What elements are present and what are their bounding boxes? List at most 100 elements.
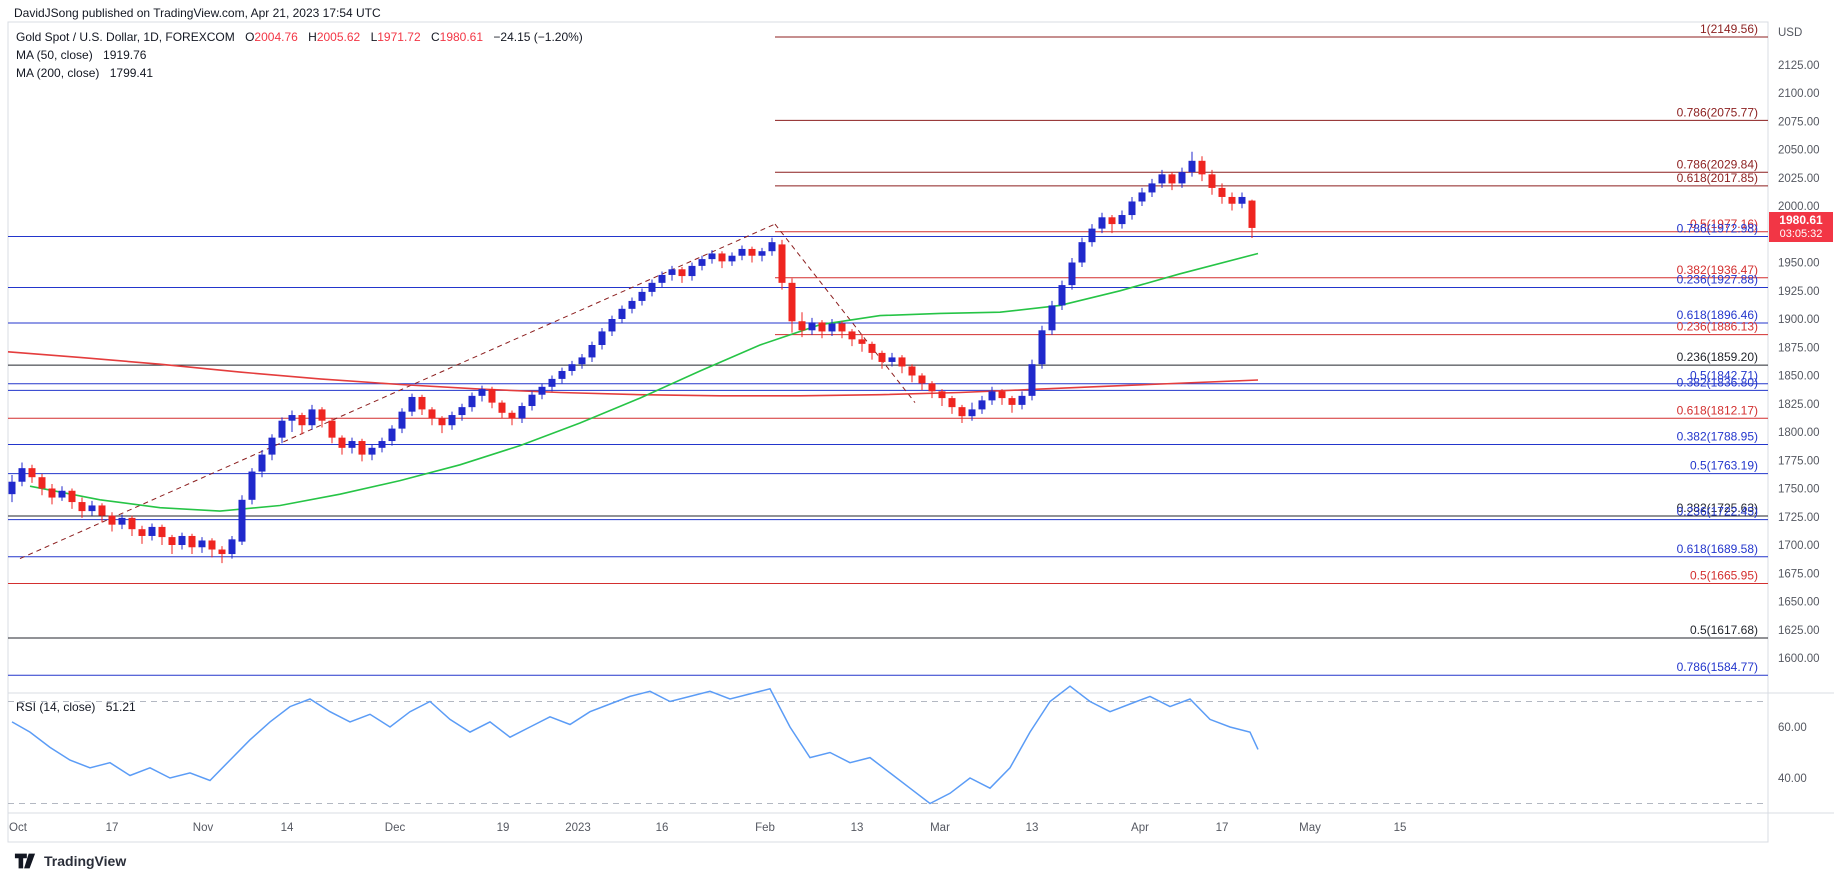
candle-body[interactable] xyxy=(559,371,566,379)
candle-body[interactable] xyxy=(479,389,486,396)
candle-body[interactable] xyxy=(919,376,926,384)
candle-body[interactable] xyxy=(1179,172,1186,183)
candle-body[interactable] xyxy=(299,415,306,425)
candle-body[interactable] xyxy=(909,366,916,375)
candle-body[interactable] xyxy=(939,391,946,398)
candle-body[interactable] xyxy=(469,396,476,407)
candle-body[interactable] xyxy=(699,259,706,266)
candle-body[interactable] xyxy=(1019,396,1026,405)
candle-body[interactable] xyxy=(219,550,226,555)
candle-body[interactable] xyxy=(649,283,656,292)
candle-body[interactable] xyxy=(1249,201,1256,228)
candle-body[interactable] xyxy=(999,391,1006,398)
candle-body[interactable] xyxy=(519,406,526,418)
candle-body[interactable] xyxy=(659,275,666,283)
candle-body[interactable] xyxy=(139,529,146,536)
candle-body[interactable] xyxy=(189,536,196,547)
candle-body[interactable] xyxy=(19,468,26,482)
candle-body[interactable] xyxy=(419,397,426,409)
candle-body[interactable] xyxy=(1159,174,1166,183)
candle-body[interactable] xyxy=(569,364,576,371)
candle-body[interactable] xyxy=(259,455,266,472)
candle-body[interactable] xyxy=(249,472,256,500)
candle-body[interactable] xyxy=(1219,188,1226,197)
candle-body[interactable] xyxy=(329,421,336,438)
candle-body[interactable] xyxy=(99,505,106,515)
candle-body[interactable] xyxy=(89,505,96,511)
candle-body[interactable] xyxy=(989,391,996,400)
candle-body[interactable] xyxy=(39,477,46,488)
candle-body[interactable] xyxy=(1109,217,1116,224)
candle-body[interactable] xyxy=(879,353,886,362)
candle-body[interactable] xyxy=(599,331,606,345)
candle-body[interactable] xyxy=(729,256,736,262)
candle-body[interactable] xyxy=(829,324,836,332)
candle-body[interactable] xyxy=(179,536,186,545)
candle-body[interactable] xyxy=(669,269,676,275)
candle-body[interactable] xyxy=(619,309,626,319)
candle-body[interactable] xyxy=(1009,398,1016,405)
candle-body[interactable] xyxy=(959,407,966,416)
candle-body[interactable] xyxy=(1099,217,1106,228)
candle-body[interactable] xyxy=(889,357,896,362)
candle-body[interactable] xyxy=(1059,285,1066,305)
candle-body[interactable] xyxy=(709,253,716,259)
chart-canvas[interactable]: USD2125.002100.002075.002050.002025.0020… xyxy=(0,0,1834,875)
ma50-label[interactable]: MA (50, close) xyxy=(16,48,93,62)
candle-body[interactable] xyxy=(1239,197,1246,204)
candle-body[interactable] xyxy=(1079,242,1086,262)
candle-body[interactable] xyxy=(29,468,36,477)
candle-body[interactable] xyxy=(149,527,156,536)
candle-body[interactable] xyxy=(349,441,356,448)
candle-body[interactable] xyxy=(819,322,826,331)
candle-body[interactable] xyxy=(899,357,906,366)
candle-body[interactable] xyxy=(719,253,726,261)
candle-body[interactable] xyxy=(979,400,986,409)
candle-body[interactable] xyxy=(169,537,176,545)
candle-body[interactable] xyxy=(849,331,856,339)
candle-body[interactable] xyxy=(1069,263,1076,286)
candle-body[interactable] xyxy=(59,491,66,498)
candle-body[interactable] xyxy=(489,389,496,403)
candle-body[interactable] xyxy=(859,339,866,344)
candle-body[interactable] xyxy=(1119,215,1126,224)
candle-body[interactable] xyxy=(239,500,246,542)
candle-body[interactable] xyxy=(429,409,436,418)
candle-body[interactable] xyxy=(119,518,126,525)
candle-body[interactable] xyxy=(749,249,756,256)
rsi-label[interactable]: RSI (14, close) xyxy=(16,700,95,714)
candle-body[interactable] xyxy=(779,244,786,282)
candle-body[interactable] xyxy=(159,527,166,537)
candle-body[interactable] xyxy=(499,403,506,413)
candle-body[interactable] xyxy=(399,412,406,429)
candle-body[interactable] xyxy=(869,344,876,353)
candle-body[interactable] xyxy=(109,516,116,525)
candle-body[interactable] xyxy=(1029,364,1036,396)
candle-body[interactable] xyxy=(589,345,596,357)
candle-body[interactable] xyxy=(409,397,416,412)
tradingview-logo-icon[interactable] xyxy=(14,850,36,872)
fib-trendline[interactable] xyxy=(775,224,915,403)
candle-body[interactable] xyxy=(439,418,446,425)
candle-body[interactable] xyxy=(379,441,386,448)
candle-body[interactable] xyxy=(79,502,86,511)
candle-body[interactable] xyxy=(769,242,776,251)
symbol-legend[interactable]: Gold Spot / U.S. Dollar, 1D, FOREXCOM O2… xyxy=(16,28,583,82)
candle-body[interactable] xyxy=(689,266,696,276)
candle-body[interactable] xyxy=(1039,330,1046,364)
candle-body[interactable] xyxy=(9,482,16,494)
candle-body[interactable] xyxy=(799,321,806,330)
candle-body[interactable] xyxy=(759,251,766,256)
candle-body[interactable] xyxy=(1149,183,1156,192)
candle-body[interactable] xyxy=(609,319,616,331)
candle-body[interactable] xyxy=(529,395,536,406)
candle-body[interactable] xyxy=(389,429,396,441)
candle-body[interactable] xyxy=(789,283,796,321)
candle-body[interactable] xyxy=(1189,161,1196,172)
candle-body[interactable] xyxy=(739,249,746,256)
candle-body[interactable] xyxy=(359,441,366,455)
candle-body[interactable] xyxy=(209,540,216,549)
candle-body[interactable] xyxy=(969,409,976,416)
candle-body[interactable] xyxy=(639,292,646,301)
ma200-line[interactable] xyxy=(8,352,1258,396)
